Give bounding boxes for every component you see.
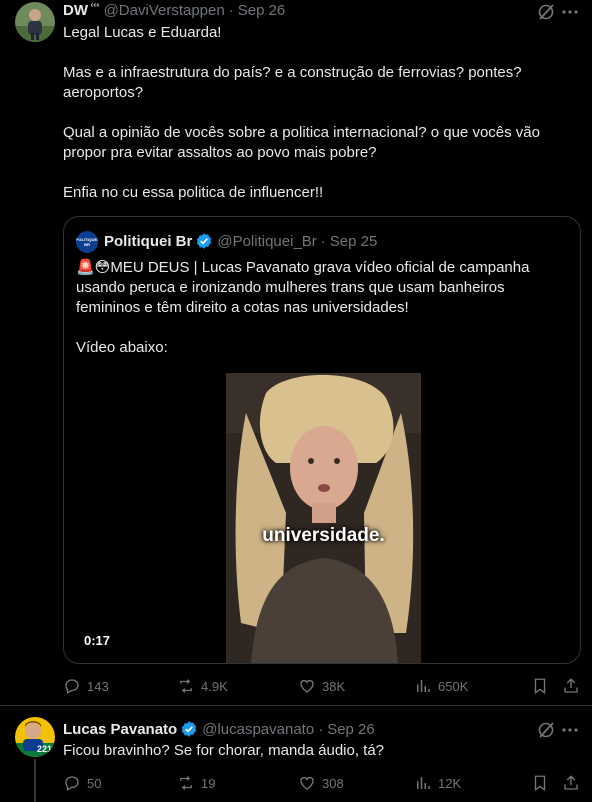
share-icon [564, 775, 578, 790]
views-button[interactable]: 650K [414, 677, 468, 695]
share-icon [564, 678, 578, 693]
views-icon [417, 680, 430, 692]
display-name[interactable]: DW [63, 2, 88, 19]
repost-count: 19 [201, 775, 216, 791]
repost-button[interactable]: 4.9K [177, 677, 228, 695]
like-icon [300, 679, 314, 693]
separator-dot: · [228, 2, 234, 19]
tweet-header: Lucas Pavanato @lucaspavanato · Sep 26 [63, 720, 375, 738]
like-button[interactable]: 308 [298, 774, 344, 792]
reply-button[interactable]: 50 [63, 774, 101, 792]
views-count: 650K [438, 678, 469, 694]
action-bar: 143 4.9K 38K 650K [63, 677, 583, 697]
quoted-handle[interactable]: @Politiquei_Br [217, 233, 316, 250]
reply-icon [65, 679, 79, 694]
bookmark-button[interactable] [531, 774, 549, 792]
bookmark-icon [534, 678, 546, 695]
quoted-tweet[interactable]: POLITIQUEI BR Politiquei Br @Politiquei_… [63, 216, 581, 664]
more-icon[interactable] [560, 720, 580, 740]
tweet-text: Ficou bravinho? Se for chorar, manda áud… [63, 742, 385, 759]
tweet-date[interactable]: Sep 26 [327, 721, 375, 738]
video-player[interactable]: universidade. [226, 373, 421, 663]
tweet-davi[interactable]: DW ᶜᶜᶜ @DaviVerstappen · Sep 26 Legal Lu… [0, 0, 592, 705]
views-icon [417, 777, 430, 789]
thread-line [34, 759, 36, 802]
separator-dot: · [320, 232, 326, 250]
reply-count: 50 [87, 775, 102, 791]
bookmark-button[interactable] [531, 677, 549, 695]
like-count: 38K [322, 678, 346, 694]
display-name[interactable]: Lucas Pavanato [63, 721, 177, 738]
quoted-avatar[interactable]: POLITIQUEI BR [76, 231, 98, 253]
views-button[interactable]: 12K [414, 774, 461, 792]
quoted-header: Politiquei Br @Politiquei_Br · Sep 25 [104, 232, 377, 250]
verified-badge-icon [182, 721, 197, 737]
video-duration: 0:17 [84, 633, 111, 648]
reply-count: 143 [87, 678, 109, 694]
quoted-display-name[interactable]: Politiquei Br [104, 233, 192, 250]
name-badge: ᶜᶜᶜ [91, 3, 100, 10]
more-icon[interactable] [560, 2, 580, 22]
quoted-text: 🚨😳MEU DEUS | Lucas Pavanato grava vídeo … [76, 259, 530, 356]
video-frame [226, 373, 421, 663]
handle[interactable]: @DaviVerstappen [104, 2, 225, 19]
avatar-lucas[interactable]: 2211 [15, 717, 55, 757]
tweet-text: Legal Lucas e Eduarda! Mas e a infraestr… [63, 24, 540, 201]
grok-icon[interactable] [536, 720, 556, 740]
quoted-date[interactable]: Sep 25 [330, 233, 378, 250]
verified-badge-icon [197, 233, 212, 249]
repost-count: 4.9K [201, 678, 228, 694]
tweet-header: DW ᶜᶜᶜ @DaviVerstappen · Sep 26 [63, 2, 285, 19]
handle[interactable]: @lucaspavanato [202, 721, 314, 738]
video-caption: universidade. [262, 525, 385, 546]
action-bar: 50 19 308 12K [63, 774, 583, 794]
avatar-number: 2211 [37, 744, 55, 754]
views-count: 12K [438, 775, 462, 791]
reply-button[interactable]: 143 [63, 677, 109, 695]
separator-dot: · [318, 720, 324, 738]
like-button[interactable]: 38K [298, 677, 345, 695]
like-icon [300, 776, 314, 790]
repost-icon [180, 776, 192, 790]
repost-button[interactable]: 19 [177, 774, 215, 792]
bookmark-icon [534, 775, 546, 792]
reply-icon [65, 776, 79, 791]
avatar-davi[interactable] [15, 2, 55, 42]
repost-icon [180, 679, 192, 693]
share-button[interactable] [562, 677, 580, 695]
like-count: 308 [322, 775, 344, 791]
grok-icon[interactable] [536, 2, 556, 22]
share-button[interactable] [562, 774, 580, 792]
tweet-lucas[interactable]: 2211 Lucas Pavanato @lucaspavanato · Sep… [0, 706, 592, 802]
quoted-avatar-logo: POLITIQUEI BR [76, 237, 98, 247]
tweet-date[interactable]: Sep 26 [238, 2, 286, 19]
